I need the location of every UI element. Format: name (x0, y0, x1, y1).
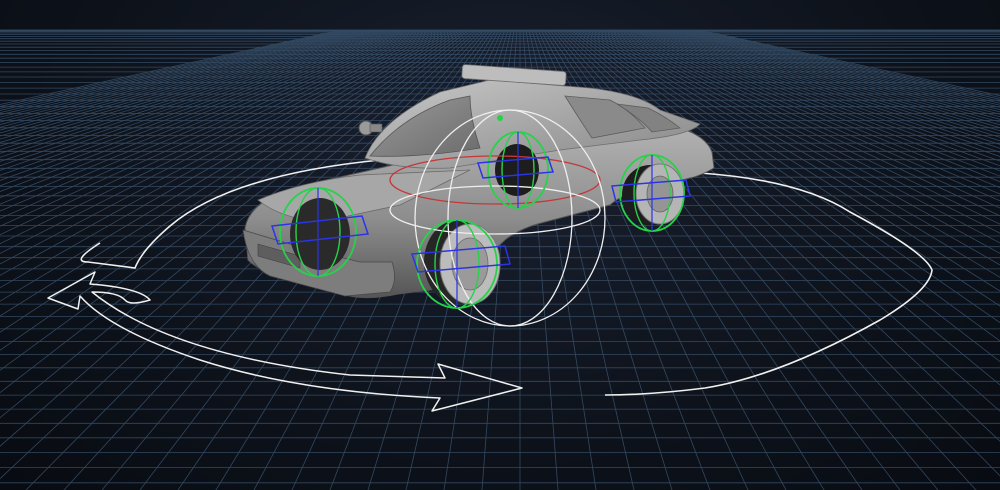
grid-line (621, 29, 1000, 177)
grid-line (642, 29, 1000, 145)
3d-viewport[interactable] (0, 0, 1000, 490)
scene-canvas[interactable] (0, 0, 1000, 490)
grid-line (645, 29, 1000, 142)
grid-line (678, 29, 1000, 111)
grid-line (624, 29, 1000, 172)
grid-line (690, 29, 1000, 102)
gizmo-top-handle[interactable] (497, 115, 503, 121)
grid-line (591, 29, 1000, 254)
grid-line (630, 29, 1000, 162)
